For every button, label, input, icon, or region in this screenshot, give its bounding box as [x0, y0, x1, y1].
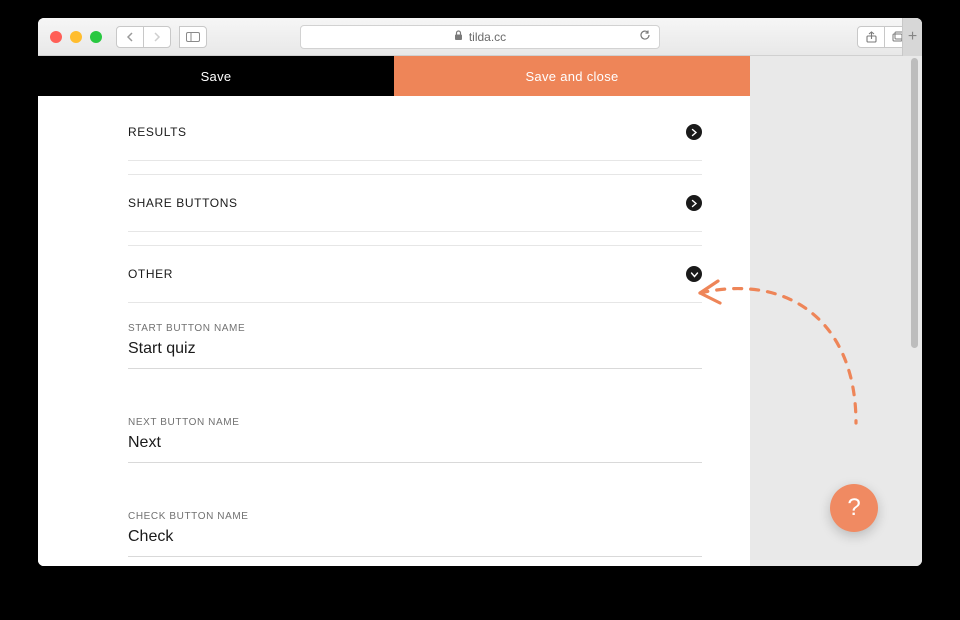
tab-save-label: Save — [201, 69, 232, 84]
section-share-title: SHARE BUTTONS — [128, 196, 238, 210]
section-other-title: OTHER — [128, 267, 173, 281]
close-window-button[interactable] — [50, 31, 62, 43]
scrollbar-track — [910, 56, 918, 566]
settings-panel: Save Save and close RESULTS — [38, 56, 750, 566]
reload-icon — [639, 29, 651, 41]
chevron-right-icon — [153, 32, 161, 42]
next-button-name-input[interactable] — [128, 428, 702, 463]
field-label-check: CHECK BUTTON NAME — [128, 511, 702, 522]
address-bar[interactable]: tilda.cc — [300, 25, 660, 49]
panel-tabs: Save Save and close — [38, 56, 750, 96]
browser-window: tilda.cc + What kind of traveler are you… — [38, 18, 922, 566]
arrow-down-icon — [686, 266, 702, 282]
help-fab[interactable]: ? — [830, 484, 878, 532]
browser-titlebar: tilda.cc + — [38, 18, 922, 56]
forward-button[interactable] — [143, 26, 171, 48]
tab-save[interactable]: Save — [38, 56, 394, 96]
reload-button[interactable] — [639, 29, 651, 44]
field-label-next: NEXT BUTTON NAME — [128, 417, 702, 428]
section-share-buttons[interactable]: SHARE BUTTONS — [128, 174, 702, 232]
new-tab-button[interactable]: + — [902, 18, 922, 56]
question-icon: ? — [847, 494, 860, 522]
tab-save-close[interactable]: Save and close — [394, 56, 750, 96]
arrow-right-icon — [686, 195, 702, 211]
zoom-window-button[interactable] — [90, 31, 102, 43]
url-host: tilda.cc — [469, 30, 506, 44]
lock-icon — [454, 30, 463, 44]
back-button[interactable] — [116, 26, 144, 48]
sidebar-toggle-button[interactable] — [179, 26, 207, 48]
panel-content: RESULTS SHARE BUTTONS OT — [128, 104, 702, 566]
window-controls — [50, 31, 102, 43]
plus-icon: + — [908, 28, 917, 46]
section-results[interactable]: RESULTS — [128, 104, 702, 161]
chevron-left-icon — [126, 32, 134, 42]
check-button-name-input[interactable] — [128, 522, 702, 557]
section-results-title: RESULTS — [128, 125, 187, 139]
share-icon — [866, 31, 877, 43]
section-other[interactable]: OTHER — [128, 245, 702, 303]
arrow-right-icon — [686, 124, 702, 140]
sidebar-icon — [186, 32, 200, 42]
field-label-start: START BUTTON NAME — [128, 323, 702, 334]
scrollbar-thumb[interactable] — [911, 58, 918, 348]
minimize-window-button[interactable] — [70, 31, 82, 43]
share-button[interactable] — [857, 26, 885, 48]
page: What kind of traveler are you? Complete … — [38, 56, 922, 566]
tab-save-close-label: Save and close — [525, 69, 618, 84]
start-button-name-input[interactable] — [128, 334, 702, 369]
